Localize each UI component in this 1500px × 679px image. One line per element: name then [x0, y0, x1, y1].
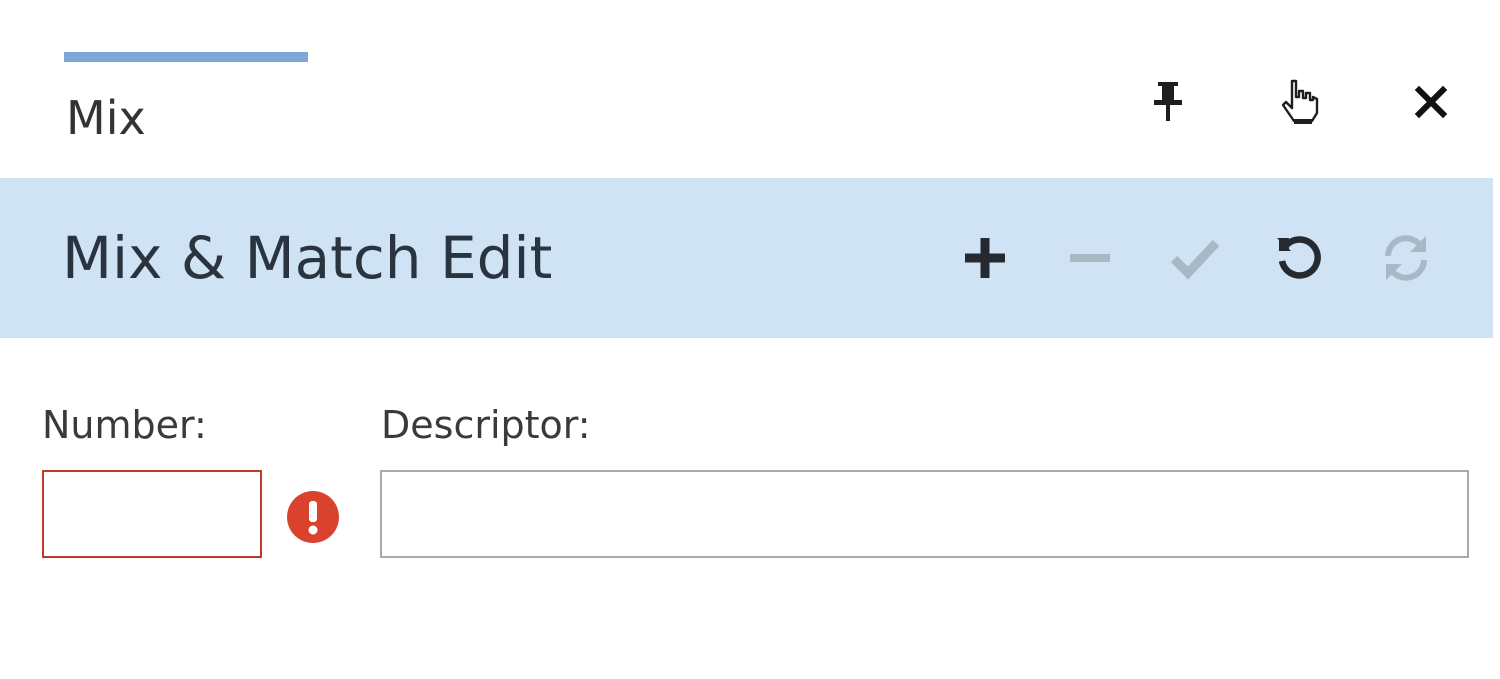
pointer-button[interactable] [1272, 74, 1328, 130]
minus-icon [1070, 254, 1110, 262]
hand-pointer-icon [1281, 79, 1319, 124]
close-button[interactable] [1403, 74, 1459, 130]
undo-icon [1277, 236, 1321, 279]
undo-button[interactable] [1268, 226, 1332, 290]
save-button[interactable] [1163, 226, 1227, 290]
descriptor-label: Descriptor: [381, 403, 591, 447]
edit-header: Mix & Match Edit [0, 178, 1493, 338]
delete-button[interactable] [1058, 226, 1122, 290]
pin-icon [1154, 82, 1182, 121]
pin-button[interactable] [1140, 74, 1196, 130]
page-title: Mix & Match Edit [62, 224, 553, 292]
edit-form: Number: Descriptor: [0, 338, 1500, 679]
plus-icon [965, 238, 1005, 278]
close-icon [1414, 85, 1448, 119]
number-field[interactable] [42, 470, 262, 558]
refresh-icon [1385, 235, 1427, 281]
mix-match-window: Mix Mix & Match Edit Number: Descriptor: [0, 0, 1500, 679]
tab-mix[interactable]: Mix [64, 52, 308, 152]
add-button[interactable] [953, 226, 1017, 290]
error-icon [286, 490, 340, 544]
check-icon [1170, 239, 1220, 280]
refresh-button[interactable] [1374, 226, 1438, 290]
number-label: Number: [42, 403, 207, 447]
tab-label: Mix [66, 91, 146, 145]
descriptor-field[interactable] [380, 470, 1469, 558]
active-tab-indicator [64, 52, 308, 62]
tab-bar: Mix [0, 0, 1500, 178]
